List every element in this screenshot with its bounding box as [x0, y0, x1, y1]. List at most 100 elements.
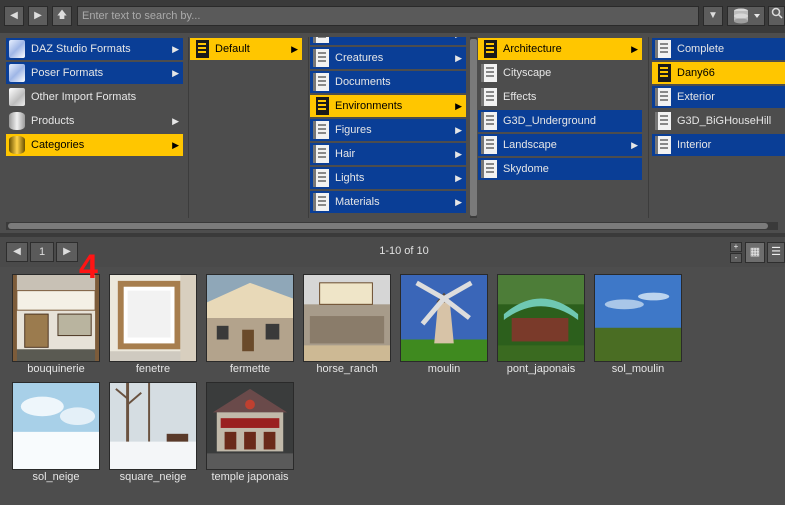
- annotation-number: 4: [79, 248, 98, 286]
- folder-default[interactable]: Default ▶: [190, 38, 302, 60]
- asset-thumbnail[interactable]: [206, 382, 294, 470]
- asset-tile[interactable]: pont_japonais: [494, 269, 588, 375]
- page-number[interactable]: 1: [30, 242, 54, 262]
- asset-thumbnail[interactable]: [206, 274, 294, 362]
- expand-arrow-icon: ▶: [455, 149, 462, 159]
- book-icon: [655, 112, 671, 130]
- column-architecture: Complete Dany66 Exterior G3D_BiGHouseHill In…: [652, 37, 785, 218]
- folder-exterior[interactable]: Exterior: [652, 86, 785, 108]
- back-button[interactable]: ◀: [4, 6, 24, 26]
- folder-label: DAZ Studio Formats: [31, 43, 131, 55]
- asset-thumbnail[interactable]: [497, 274, 585, 362]
- zoom-in-button[interactable]: +: [730, 242, 742, 252]
- folder-skydome[interactable]: Skydome: [478, 158, 642, 180]
- database-menu-button[interactable]: [727, 6, 765, 26]
- asset-tile[interactable]: temple japonais: [203, 377, 297, 483]
- book-icon: [313, 73, 329, 91]
- folder-hair[interactable]: Hair ▶: [310, 143, 466, 165]
- scroll-thumb[interactable]: [8, 223, 768, 229]
- folder-effects[interactable]: Effects: [478, 86, 642, 108]
- folder-daz-studio-formats[interactable]: DAZ Studio Formats ▶: [6, 38, 183, 60]
- folder-cameras[interactable]: Cameras ▶: [310, 37, 466, 45]
- folder-g3d-underground[interactable]: G3D_Underground: [478, 110, 642, 132]
- folder-label: Cityscape: [503, 67, 552, 79]
- folder-products[interactable]: Products ▶: [6, 110, 183, 132]
- expand-arrow-icon: ▶: [455, 173, 462, 183]
- book-icon: [193, 40, 209, 58]
- folder-other-import-formats[interactable]: Other Import Formats: [6, 86, 183, 108]
- book-icon: [481, 160, 497, 178]
- folder-label: Hair: [335, 148, 356, 160]
- folder-landscape[interactable]: Landscape ▶: [478, 134, 642, 156]
- thumbnail-image: [207, 383, 293, 469]
- folder-environments[interactable]: Environments ▶: [310, 95, 466, 117]
- asset-thumbnail[interactable]: [400, 274, 488, 362]
- column-categories: Cameras ▶ Creatures ▶ Documents Environments ▶…: [310, 37, 471, 218]
- asset-thumbnail[interactable]: [12, 382, 100, 470]
- asset-thumbnail[interactable]: [109, 382, 197, 470]
- folder-categories[interactable]: Categories ▶: [6, 134, 183, 156]
- folder-creatures[interactable]: Creatures ▶: [310, 47, 466, 69]
- search-input[interactable]: [77, 6, 699, 26]
- pager-bar: ◀ 1 ▶ 1-10 of 10 + - ▦ ☰: [0, 237, 785, 267]
- folder-architecture[interactable]: Architecture ▶: [478, 38, 642, 60]
- database-icon: [734, 8, 760, 24]
- expand-arrow-icon: ▶: [172, 44, 179, 54]
- book-icon: [313, 97, 329, 115]
- folder-label: Landscape: [503, 139, 557, 151]
- folder-lights[interactable]: Lights ▶: [310, 167, 466, 189]
- folder-figures[interactable]: Figures ▶: [310, 119, 466, 141]
- search-button[interactable]: [768, 6, 785, 26]
- folder-poser-formats[interactable]: Poser Formats ▶: [6, 62, 183, 84]
- book-icon: [313, 121, 329, 139]
- folder-documents[interactable]: Documents: [310, 71, 466, 93]
- asset-tile[interactable]: sol_moulin: [591, 269, 685, 375]
- asset-thumbnail[interactable]: [303, 274, 391, 362]
- zoom-out-button[interactable]: -: [730, 253, 742, 263]
- folder-label: Cameras: [335, 37, 380, 40]
- list-view-button[interactable]: ☰: [767, 242, 785, 263]
- folder-dany66[interactable]: Dany66: [652, 62, 785, 84]
- asset-thumbnail[interactable]: [594, 274, 682, 362]
- asset-label: fenetre: [135, 363, 171, 375]
- arrow-right-icon: ▶: [34, 10, 42, 21]
- asset-thumbnail[interactable]: [12, 274, 100, 362]
- thumbnail-image: [401, 275, 487, 361]
- next-page-button[interactable]: ▶: [56, 242, 78, 262]
- asset-tile[interactable]: fermette: [203, 269, 297, 375]
- folder-complete[interactable]: Complete: [652, 38, 785, 60]
- folder-g3d-bighousehill[interactable]: G3D_BiGHouseHill: [652, 110, 785, 132]
- thumbnail-image: [498, 275, 584, 361]
- folder-materials[interactable]: Materials ▶: [310, 191, 466, 213]
- folder-interior[interactable]: Interior: [652, 134, 785, 156]
- expand-arrow-icon: ▶: [172, 68, 179, 78]
- cylinder-icon: [9, 136, 25, 154]
- expand-arrow-icon: ▶: [455, 125, 462, 135]
- folder-label: Default: [215, 43, 250, 55]
- expand-arrow-icon: ▶: [455, 197, 462, 207]
- grid-view-button[interactable]: ▦: [745, 242, 765, 263]
- column-scrollbar[interactable]: [470, 37, 477, 218]
- book-icon: [655, 88, 671, 106]
- book-icon: [313, 49, 329, 67]
- asset-tile[interactable]: horse_ranch: [300, 269, 394, 375]
- asset-label: sol_neige: [32, 471, 80, 483]
- asset-tile[interactable]: fenetre: [106, 269, 200, 375]
- thumbnail-image: [13, 383, 99, 469]
- up-button[interactable]: 🡅: [52, 6, 72, 26]
- forward-button[interactable]: ▶: [28, 6, 48, 26]
- grid-icon: ▦: [749, 246, 761, 258]
- expand-arrow-icon: ▶: [455, 101, 462, 111]
- cube-icon: [9, 88, 25, 106]
- asset-tile[interactable]: square_neige: [106, 377, 200, 483]
- search-dropdown-button[interactable]: ▼: [703, 6, 723, 26]
- folder-cityscape[interactable]: Cityscape: [478, 62, 642, 84]
- scroll-thumb[interactable]: [470, 39, 477, 216]
- asset-tile[interactable]: moulin: [397, 269, 491, 375]
- asset-tile[interactable]: sol_neige: [9, 377, 103, 483]
- folder-label: Environments: [335, 100, 403, 112]
- asset-thumbnail[interactable]: [109, 274, 197, 362]
- thumbnail-image: [110, 275, 196, 361]
- horizontal-scrollbar[interactable]: [6, 222, 778, 230]
- prev-page-button[interactable]: ◀: [6, 242, 28, 262]
